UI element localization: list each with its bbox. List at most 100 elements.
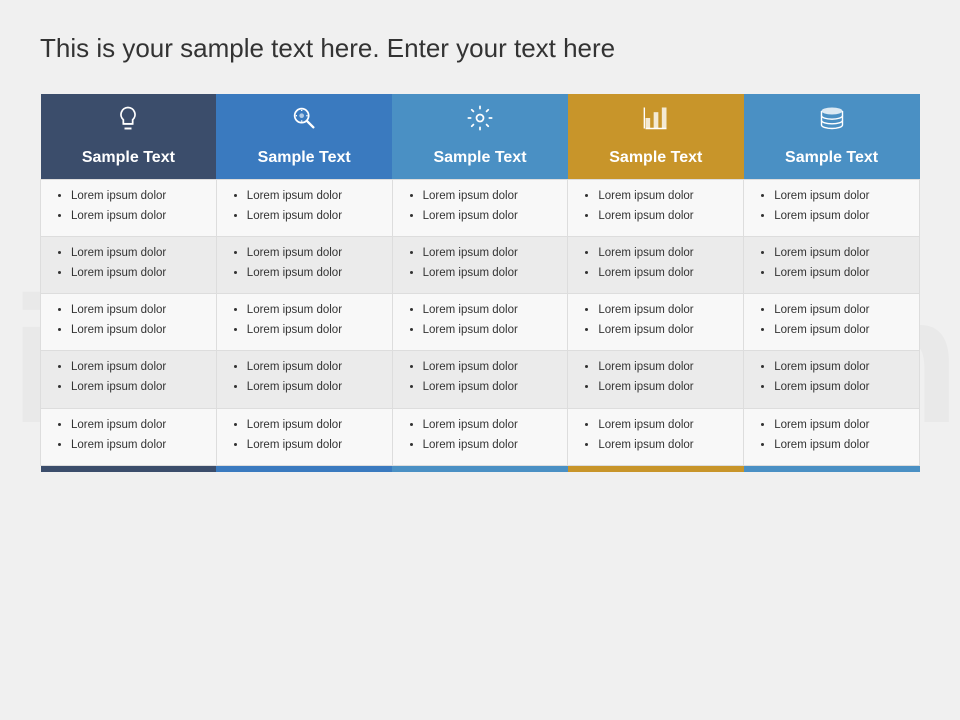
footer-bar-5 xyxy=(744,465,920,472)
page-title: This is your sample text here. Enter you… xyxy=(40,32,920,66)
list-item: Lorem ipsum dolor xyxy=(598,265,729,281)
list-item: Lorem ipsum dolor xyxy=(247,417,378,433)
cell-r2-c3: Lorem ipsum dolor Lorem ipsum dolor xyxy=(392,236,568,293)
list-item: Lorem ipsum dolor xyxy=(774,379,905,395)
cell-r3-c5: Lorem ipsum dolor Lorem ipsum dolor xyxy=(744,294,920,351)
cell-r5-c1: Lorem ipsum dolorLorem ipsum dolor xyxy=(41,408,217,465)
cell-r1-c1: Lorem ipsum dolor Lorem ipsum dolor xyxy=(41,179,217,236)
list-item: Lorem ipsum dolor xyxy=(247,379,378,395)
search-gear-icon xyxy=(228,104,380,143)
list-item: Lorem ipsum dolor xyxy=(598,379,729,395)
page-content: This is your sample text here. Enter you… xyxy=(0,0,960,492)
table-row: Lorem ipsum dolor Lorem ipsum dolor Lorem … xyxy=(41,408,920,465)
table-header-row: Sample Text Sample Text Sample Text Samp… xyxy=(41,94,920,180)
list-item: Lorem ipsum dolor xyxy=(774,359,905,375)
list-item: Lorem ipsum dolor xyxy=(423,208,554,224)
table-footer-row xyxy=(41,465,920,472)
list-item: Lorem ipsum dolor xyxy=(423,322,554,338)
header-cell-3: Sample Text xyxy=(392,94,568,180)
list-item: Lorem ipsum dolor xyxy=(71,208,202,224)
list-item: Lorem ipsum dolor xyxy=(247,359,378,375)
footer-bar-2 xyxy=(216,465,392,472)
list-item: Lorem ipsum dolor xyxy=(774,188,905,204)
cell-r3-c2: Lorem ipsum dolor Lorem ipsum dolor xyxy=(216,294,392,351)
table-row: Lorem ipsum dolor Lorem ipsum dolor Lorem … xyxy=(41,351,920,408)
list-item: Lorem ipsum dolor xyxy=(598,245,729,261)
list-item: Lorem ipsum dolor xyxy=(598,208,729,224)
table-row: Lorem ipsum dolorLorem ipsum dolorLorem … xyxy=(41,294,920,351)
list-item: Lorem ipsum dolor xyxy=(247,437,378,453)
header-label-5: Sample Text xyxy=(785,149,878,166)
header-label-2: Sample Text xyxy=(258,149,351,166)
list-item: Lorem ipsum dolor xyxy=(774,417,905,433)
list-item: Lorem ipsum dolor xyxy=(423,188,554,204)
list-item: Lorem ipsum dolor xyxy=(71,322,202,338)
list-item: Lorem ipsum dolor xyxy=(247,208,378,224)
list-item: Lorem ipsum dolor xyxy=(247,302,378,318)
cell-r2-c4: Lorem ipsum dolor Lorem ipsum dolor xyxy=(568,236,744,293)
list-item: Lorem ipsum dolor xyxy=(598,437,729,453)
cell-r4-c5: Lorem ipsum dolor Lorem ipsum dolor xyxy=(744,351,920,408)
lightbulb-icon xyxy=(53,104,205,143)
table-row: Lorem ipsum dolor Lorem ipsum dolor Lorem … xyxy=(41,236,920,293)
list-item: Lorem ipsum dolor xyxy=(247,188,378,204)
cell-r1-c3: Lorem ipsum dolor Lorem ipsum dolor xyxy=(392,179,568,236)
cell-r4-c3: Lorem ipsum dolorLorem ipsum dolor xyxy=(392,351,568,408)
stack-icon xyxy=(756,104,908,143)
cell-r5-c3: Lorem ipsum dolor Lorem ipsum dolor xyxy=(392,408,568,465)
header-cell-1: Sample Text xyxy=(41,94,217,180)
list-item: Lorem ipsum dolor xyxy=(774,437,905,453)
list-item: Lorem ipsum dolor xyxy=(598,417,729,433)
cell-r3-c1: Lorem ipsum dolor Lorem ipsum dolor xyxy=(41,294,217,351)
list-item: Lorem ipsum dolor xyxy=(774,322,905,338)
list-item: Lorem ipsum dolor xyxy=(598,188,729,204)
cell-r3-c3: Lorem ipsum dolor Lorem ipsum dolor xyxy=(392,294,568,351)
list-item: Lorem ipsum dolor xyxy=(71,379,202,395)
list-item: Lorem ipsum dolor xyxy=(774,245,905,261)
table-row: Lorem ipsum dolorLorem ipsum dolorLorem … xyxy=(41,179,920,236)
cell-r2-c1: Lorem ipsum dolor Lorem ipsum dolor xyxy=(41,236,217,293)
footer-bar-3 xyxy=(392,465,568,472)
main-table: Sample Text Sample Text Sample Text Samp… xyxy=(40,94,920,472)
header-label-4: Sample Text xyxy=(609,149,702,166)
header-cell-5: Sample Text xyxy=(744,94,920,180)
gear-icon xyxy=(404,104,556,143)
footer-bar-1 xyxy=(41,465,217,472)
header-cell-4: Sample Text xyxy=(568,94,744,180)
list-item: Lorem ipsum dolor xyxy=(71,245,202,261)
cell-r1-c5: Lorem ipsum dolor Lorem ipsum dolor xyxy=(744,179,920,236)
cell-r4-c4: Lorem ipsum dolor Lorem ipsum dolor xyxy=(568,351,744,408)
list-item: Lorem ipsum dolor xyxy=(423,245,554,261)
header-cell-2: Sample Text xyxy=(216,94,392,180)
footer-bar-4 xyxy=(568,465,744,472)
cell-r3-c4: Lorem ipsum dolor Lorem ipsum dolor xyxy=(568,294,744,351)
table-body: Lorem ipsum dolor Lorem ipsum dolor Lorem … xyxy=(41,179,920,465)
list-item: Lorem ipsum dolor xyxy=(71,188,202,204)
chart-icon xyxy=(580,104,732,143)
cell-r4-c2: Lorem ipsum dolor Lorem ipsum dolor xyxy=(216,351,392,408)
cell-r2-c2: Lorem ipsum dolorLorem ipsum dolor xyxy=(216,236,392,293)
list-item: Lorem ipsum dolor xyxy=(598,322,729,338)
list-item: Lorem ipsum dolor xyxy=(598,359,729,375)
cell-r5-c5: Lorem ipsum dolor Lorem ipsum dolor xyxy=(744,408,920,465)
cell-r5-c2: Lorem ipsum dolor Lorem ipsum dolor xyxy=(216,408,392,465)
cell-r4-c1: Lorem ipsum dolor Lorem ipsum dolor xyxy=(41,351,217,408)
list-item: Lorem ipsum dolor xyxy=(423,265,554,281)
header-label-3: Sample Text xyxy=(433,149,526,166)
list-item: Lorem ipsum dolor xyxy=(71,359,202,375)
list-item: Lorem ipsum dolor xyxy=(423,437,554,453)
list-item: Lorem ipsum dolor xyxy=(423,302,554,318)
list-item: Lorem ipsum dolor xyxy=(71,437,202,453)
list-item: Lorem ipsum dolor xyxy=(598,302,729,318)
list-item: Lorem ipsum dolor xyxy=(774,208,905,224)
list-item: Lorem ipsum dolor xyxy=(71,265,202,281)
cell-r2-c5: Lorem ipsum dolorLorem ipsum dolor xyxy=(744,236,920,293)
cell-r1-c4: Lorem ipsum dolor Lorem ipsum dolor xyxy=(568,179,744,236)
list-item: Lorem ipsum dolor xyxy=(247,322,378,338)
list-item: Lorem ipsum dolor xyxy=(423,379,554,395)
list-item: Lorem ipsum dolor xyxy=(774,302,905,318)
cell-r1-c2: Lorem ipsum dolor Lorem ipsum dolor xyxy=(216,179,392,236)
list-item: Lorem ipsum dolor xyxy=(423,417,554,433)
list-item: Lorem ipsum dolor xyxy=(247,245,378,261)
list-item: Lorem ipsum dolor xyxy=(71,302,202,318)
